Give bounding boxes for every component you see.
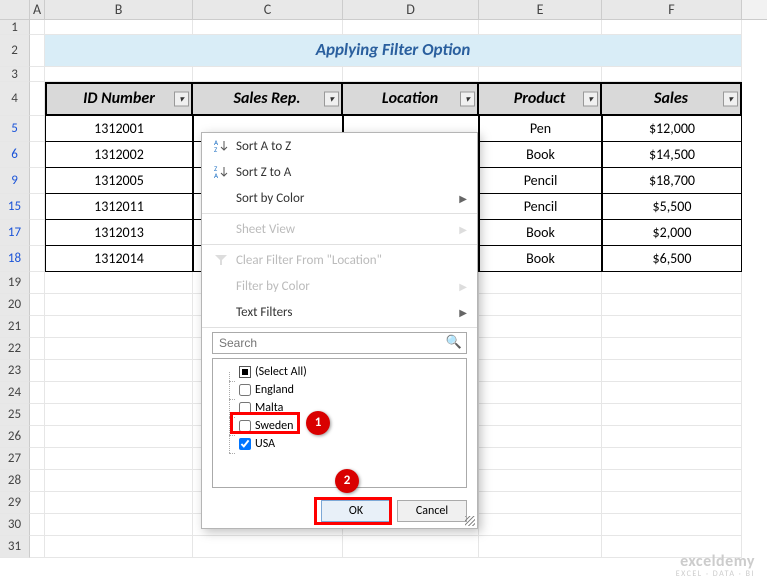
row-head[interactable]: 5 — [0, 116, 30, 142]
filter-dropdown-icon[interactable]: ▾ — [324, 92, 339, 107]
row-head[interactable]: 17 — [0, 220, 30, 246]
filter-by-color-item: Filter by Color ▶ — [202, 273, 477, 299]
row-head[interactable]: 20 — [0, 294, 30, 316]
svg-text:A: A — [214, 171, 219, 180]
row-head[interactable]: 19 — [0, 272, 30, 294]
cell-sales[interactable]: $2,000 — [602, 220, 742, 246]
filter-item-usa[interactable]: USA — [219, 435, 460, 453]
cell-sales[interactable]: $14,500 — [602, 142, 742, 168]
row-head[interactable]: 28 — [0, 470, 30, 492]
row-head[interactable]: 4 — [0, 82, 30, 116]
sheet-view-item: Sheet View ▶ — [202, 216, 477, 242]
filter-search-wrap: 🔍 — [212, 332, 467, 354]
row-head[interactable]: 25 — [0, 404, 30, 426]
clear-filter-item: Clear Filter From "Location" — [202, 247, 477, 273]
col-head-e[interactable]: E — [479, 0, 602, 19]
sort-by-color-item[interactable]: Sort by Color ▶ — [202, 185, 477, 211]
cell-product[interactable]: Pencil — [479, 194, 602, 220]
search-icon: 🔍 — [446, 335, 462, 350]
cell-id[interactable]: 1312001 — [45, 116, 193, 142]
row-head[interactable]: 15 — [0, 194, 30, 220]
table-header-id[interactable]: ID Number ▾ — [45, 82, 193, 116]
cell-sales[interactable]: $18,700 — [602, 168, 742, 194]
sort-az-item[interactable]: AZ Sort A to Z — [202, 133, 477, 159]
cell-id[interactable]: 1312011 — [45, 194, 193, 220]
filter-item-sweden[interactable]: Sweden — [219, 417, 460, 435]
checkbox-sweden[interactable] — [239, 420, 251, 432]
cell-product[interactable]: Pencil — [479, 168, 602, 194]
cell-product[interactable]: Book — [479, 142, 602, 168]
cell-id[interactable]: 1312014 — [45, 246, 193, 272]
empty-row: 31 — [0, 536, 767, 558]
callout-1: 1 — [306, 411, 330, 435]
chevron-right-icon: ▶ — [459, 280, 467, 293]
cell-id[interactable]: 1312002 — [45, 142, 193, 168]
row-head[interactable]: 31 — [0, 536, 30, 558]
funnel-clear-icon — [214, 253, 236, 267]
select-all-corner[interactable] — [0, 0, 30, 19]
resize-grip-icon[interactable] — [465, 516, 475, 526]
col-head-c[interactable]: C — [193, 0, 343, 19]
cell-product[interactable]: Pen — [479, 116, 602, 142]
filter-search-input[interactable] — [212, 332, 467, 354]
row-head[interactable]: 23 — [0, 360, 30, 382]
filter-item-england[interactable]: England — [219, 381, 460, 399]
row-head[interactable]: 9 — [0, 168, 30, 194]
col-head-f[interactable]: F — [602, 0, 742, 19]
filter-item-select-all[interactable]: (Select All) — [219, 363, 460, 381]
row-head[interactable]: 30 — [0, 514, 30, 536]
chevron-right-icon: ▶ — [459, 192, 467, 205]
sort-za-icon: ZA — [214, 164, 236, 180]
row-head[interactable]: 1 — [0, 20, 30, 35]
dialog-button-row: OK Cancel — [202, 494, 477, 528]
row-head[interactable]: 3 — [0, 67, 30, 82]
row-head[interactable]: 21 — [0, 316, 30, 338]
chevron-right-icon: ▶ — [459, 223, 467, 236]
text-filters-item[interactable]: Text Filters ▶ — [202, 299, 477, 325]
sort-za-item[interactable]: ZA Sort Z to A — [202, 159, 477, 185]
table-header-location[interactable]: Location ▾ — [343, 82, 479, 116]
row-head[interactable]: 2 — [0, 35, 30, 67]
watermark: exceldemy EXCEL · DATA · BI — [676, 553, 755, 579]
cell-id[interactable]: 1312013 — [45, 220, 193, 246]
col-head-d[interactable]: D — [343, 0, 479, 19]
cell-product[interactable]: Book — [479, 246, 602, 272]
cell-sales[interactable]: $12,000 — [602, 116, 742, 142]
filter-item-malta[interactable]: Malta — [219, 399, 460, 417]
row-head[interactable]: 24 — [0, 382, 30, 404]
row-head[interactable]: 26 — [0, 426, 30, 448]
sort-az-icon: AZ — [214, 138, 236, 154]
filter-dropdown-icon[interactable]: ▾ — [174, 92, 189, 107]
checkbox-england[interactable] — [239, 384, 251, 396]
cancel-button[interactable]: Cancel — [397, 500, 467, 522]
filter-dropdown-icon[interactable]: ▾ — [723, 92, 738, 107]
col-head-b[interactable]: B — [45, 0, 193, 19]
callout-2: 2 — [335, 469, 359, 493]
chevron-right-icon: ▶ — [459, 306, 467, 319]
page-title: Applying Filter Option — [45, 35, 742, 67]
row-head[interactable]: 6 — [0, 142, 30, 168]
filter-dropdown-icon[interactable]: ▾ — [583, 92, 598, 107]
cell-sales[interactable]: $5,500 — [602, 194, 742, 220]
row-head[interactable]: 18 — [0, 246, 30, 272]
column-header-row: A B C D E F — [0, 0, 767, 20]
checkbox-usa[interactable] — [239, 438, 251, 450]
col-head-a[interactable]: A — [30, 0, 45, 19]
row-head[interactable]: 22 — [0, 338, 30, 360]
checkbox-malta[interactable] — [239, 402, 251, 414]
cell-id[interactable]: 1312005 — [45, 168, 193, 194]
ok-button[interactable]: OK — [321, 500, 391, 522]
row-head[interactable]: 27 — [0, 448, 30, 470]
autofilter-menu: AZ Sort A to Z ZA Sort Z to A Sort by Co… — [201, 132, 478, 529]
cell-product[interactable]: Book — [479, 220, 602, 246]
filter-dropdown-icon[interactable]: ▾ — [460, 92, 475, 107]
row-head[interactable]: 29 — [0, 492, 30, 514]
table-header-salesrep[interactable]: Sales Rep. ▾ — [193, 82, 343, 116]
filter-value-list[interactable]: (Select All) England Malta Sweden USA — [212, 358, 467, 488]
cell-sales[interactable]: $6,500 — [602, 246, 742, 272]
table-header-sales[interactable]: Sales ▾ — [602, 82, 742, 116]
table-header-product[interactable]: Product ▾ — [479, 82, 602, 116]
